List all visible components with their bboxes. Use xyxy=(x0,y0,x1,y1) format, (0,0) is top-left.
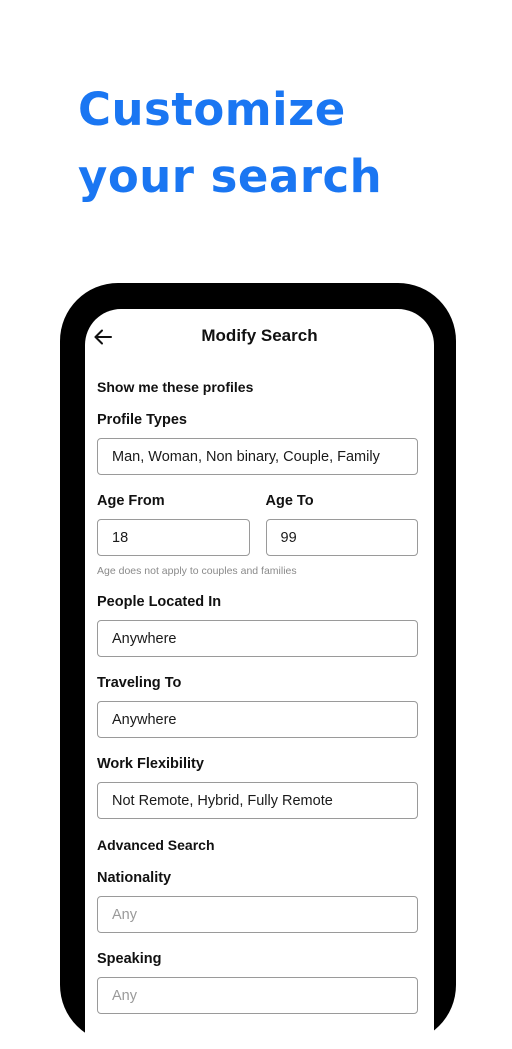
section-title-advanced: Advanced Search xyxy=(97,837,215,853)
profile-types-value: Man, Woman, Non binary, Couple, Family xyxy=(112,448,380,465)
speaking-field[interactable]: Any xyxy=(97,977,418,1014)
age-to-field[interactable]: 99 xyxy=(265,519,418,556)
screen-title: Modify Search xyxy=(201,326,318,345)
nationality-field[interactable]: Any xyxy=(97,896,418,933)
age-hint: Age does not apply to couples and famili… xyxy=(97,565,297,577)
search-form: Show me these profiles Profile Types Man… xyxy=(97,379,418,1014)
nationality-label: Nationality xyxy=(97,870,172,886)
profile-types-field[interactable]: Man, Woman, Non binary, Couple, Family xyxy=(97,438,418,475)
age-range-row: Age From 18 Age To 99 xyxy=(97,491,418,556)
headline-line-2: your search xyxy=(78,150,383,203)
traveling-to-field[interactable]: Anywhere xyxy=(97,701,418,738)
speaking-label: Speaking xyxy=(97,951,162,967)
phone-screen: Modify Search Show me these profiles Pro… xyxy=(85,309,434,1049)
located-in-label: People Located In xyxy=(97,594,222,610)
age-from-value: 18 xyxy=(112,529,129,546)
age-from-label: Age From xyxy=(97,493,165,509)
age-to-value: 99 xyxy=(280,529,297,546)
speaking-placeholder: Any xyxy=(112,987,137,1004)
work-flexibility-field[interactable]: Not Remote, Hybrid, Fully Remote xyxy=(97,782,418,819)
located-in-field[interactable]: Anywhere xyxy=(97,620,418,657)
traveling-to-label: Traveling To xyxy=(97,675,182,691)
located-in-value: Anywhere xyxy=(112,630,177,647)
headline: Customize your search xyxy=(78,76,382,210)
profile-types-label: Profile Types xyxy=(97,412,187,428)
headline-line-1: Customize xyxy=(78,83,346,136)
age-from-field[interactable]: 18 xyxy=(97,519,250,556)
top-bar: Modify Search xyxy=(85,309,434,365)
work-flexibility-value: Not Remote, Hybrid, Fully Remote xyxy=(112,792,333,809)
phone-frame: Modify Search Show me these profiles Pro… xyxy=(60,283,456,1049)
section-title-profiles: Show me these profiles xyxy=(97,379,254,395)
age-to-label: Age To xyxy=(265,493,314,509)
traveling-to-value: Anywhere xyxy=(112,711,177,728)
nationality-placeholder: Any xyxy=(112,906,137,923)
work-flexibility-label: Work Flexibility xyxy=(97,756,204,772)
